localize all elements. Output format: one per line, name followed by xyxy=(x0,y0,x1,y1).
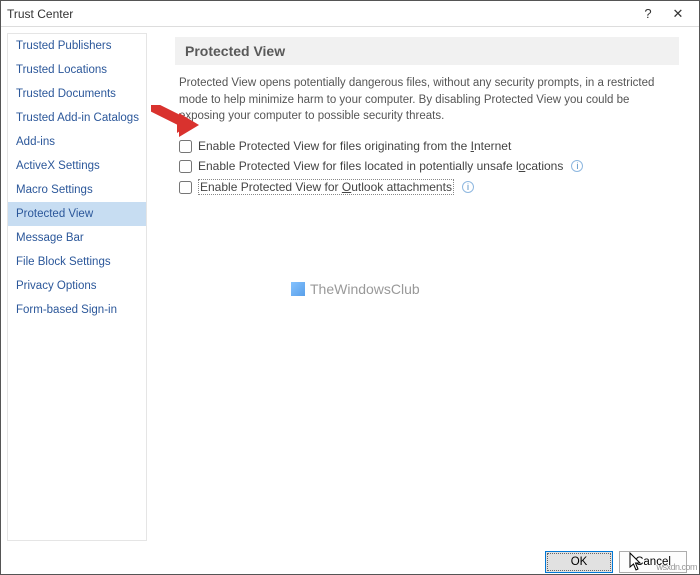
sidebar-item-activex-settings[interactable]: ActiveX Settings xyxy=(8,154,146,178)
sidebar-item-privacy-options[interactable]: Privacy Options xyxy=(8,274,146,298)
annotation-arrow-icon xyxy=(151,105,201,145)
ok-button[interactable]: OK xyxy=(545,551,613,573)
option-outlook-attachments[interactable]: Enable Protected View for Outlook attach… xyxy=(179,179,679,195)
section-header: Protected View xyxy=(175,37,679,65)
option-label: Enable Protected View for Outlook attach… xyxy=(198,179,454,195)
option-label: Enable Protected View for files originat… xyxy=(198,139,511,153)
sidebar-item-trusted-addin-catalogs[interactable]: Trusted Add-in Catalogs xyxy=(8,106,146,130)
sidebar-item-trusted-locations[interactable]: Trusted Locations xyxy=(8,58,146,82)
window-title: Trust Center xyxy=(7,7,633,21)
sidebar-item-macro-settings[interactable]: Macro Settings xyxy=(8,178,146,202)
watermark-text: TheWindowsClub xyxy=(310,281,420,297)
info-icon[interactable]: i xyxy=(571,160,583,172)
checkbox-outlook-attachments[interactable] xyxy=(179,181,192,194)
sidebar-item-trusted-publishers[interactable]: Trusted Publishers xyxy=(8,34,146,58)
option-internet-files[interactable]: Enable Protected View for files originat… xyxy=(179,139,679,153)
sidebar-item-file-block-settings[interactable]: File Block Settings xyxy=(8,250,146,274)
watermark-logo-icon xyxy=(291,282,305,296)
sidebar-item-protected-view[interactable]: Protected View xyxy=(8,202,146,226)
help-button[interactable]: ? xyxy=(633,6,663,21)
watermark: TheWindowsClub xyxy=(291,281,420,297)
close-button[interactable]: ✕ xyxy=(663,6,693,22)
section-description: Protected View opens potentially dangero… xyxy=(175,75,679,125)
sidebar-item-message-bar[interactable]: Message Bar xyxy=(8,226,146,250)
footer: OK Cancel xyxy=(1,547,699,575)
main-panel: Protected View Protected View opens pote… xyxy=(147,27,699,547)
option-label: Enable Protected View for files located … xyxy=(198,159,563,173)
sidebar-item-addins[interactable]: Add-ins xyxy=(8,130,146,154)
titlebar: Trust Center ? ✕ xyxy=(1,1,699,27)
info-icon[interactable]: i xyxy=(462,181,474,193)
sidebar: Trusted Publishers Trusted Locations Tru… xyxy=(7,33,147,541)
sidebar-item-trusted-documents[interactable]: Trusted Documents xyxy=(8,82,146,106)
cursor-icon xyxy=(629,552,643,572)
sidebar-item-form-based-signin[interactable]: Form-based Sign-in xyxy=(8,298,146,322)
option-unsafe-locations[interactable]: Enable Protected View for files located … xyxy=(179,159,679,173)
corner-text: wsxdn.com xyxy=(656,562,697,572)
checkbox-unsafe-locations[interactable] xyxy=(179,160,192,173)
